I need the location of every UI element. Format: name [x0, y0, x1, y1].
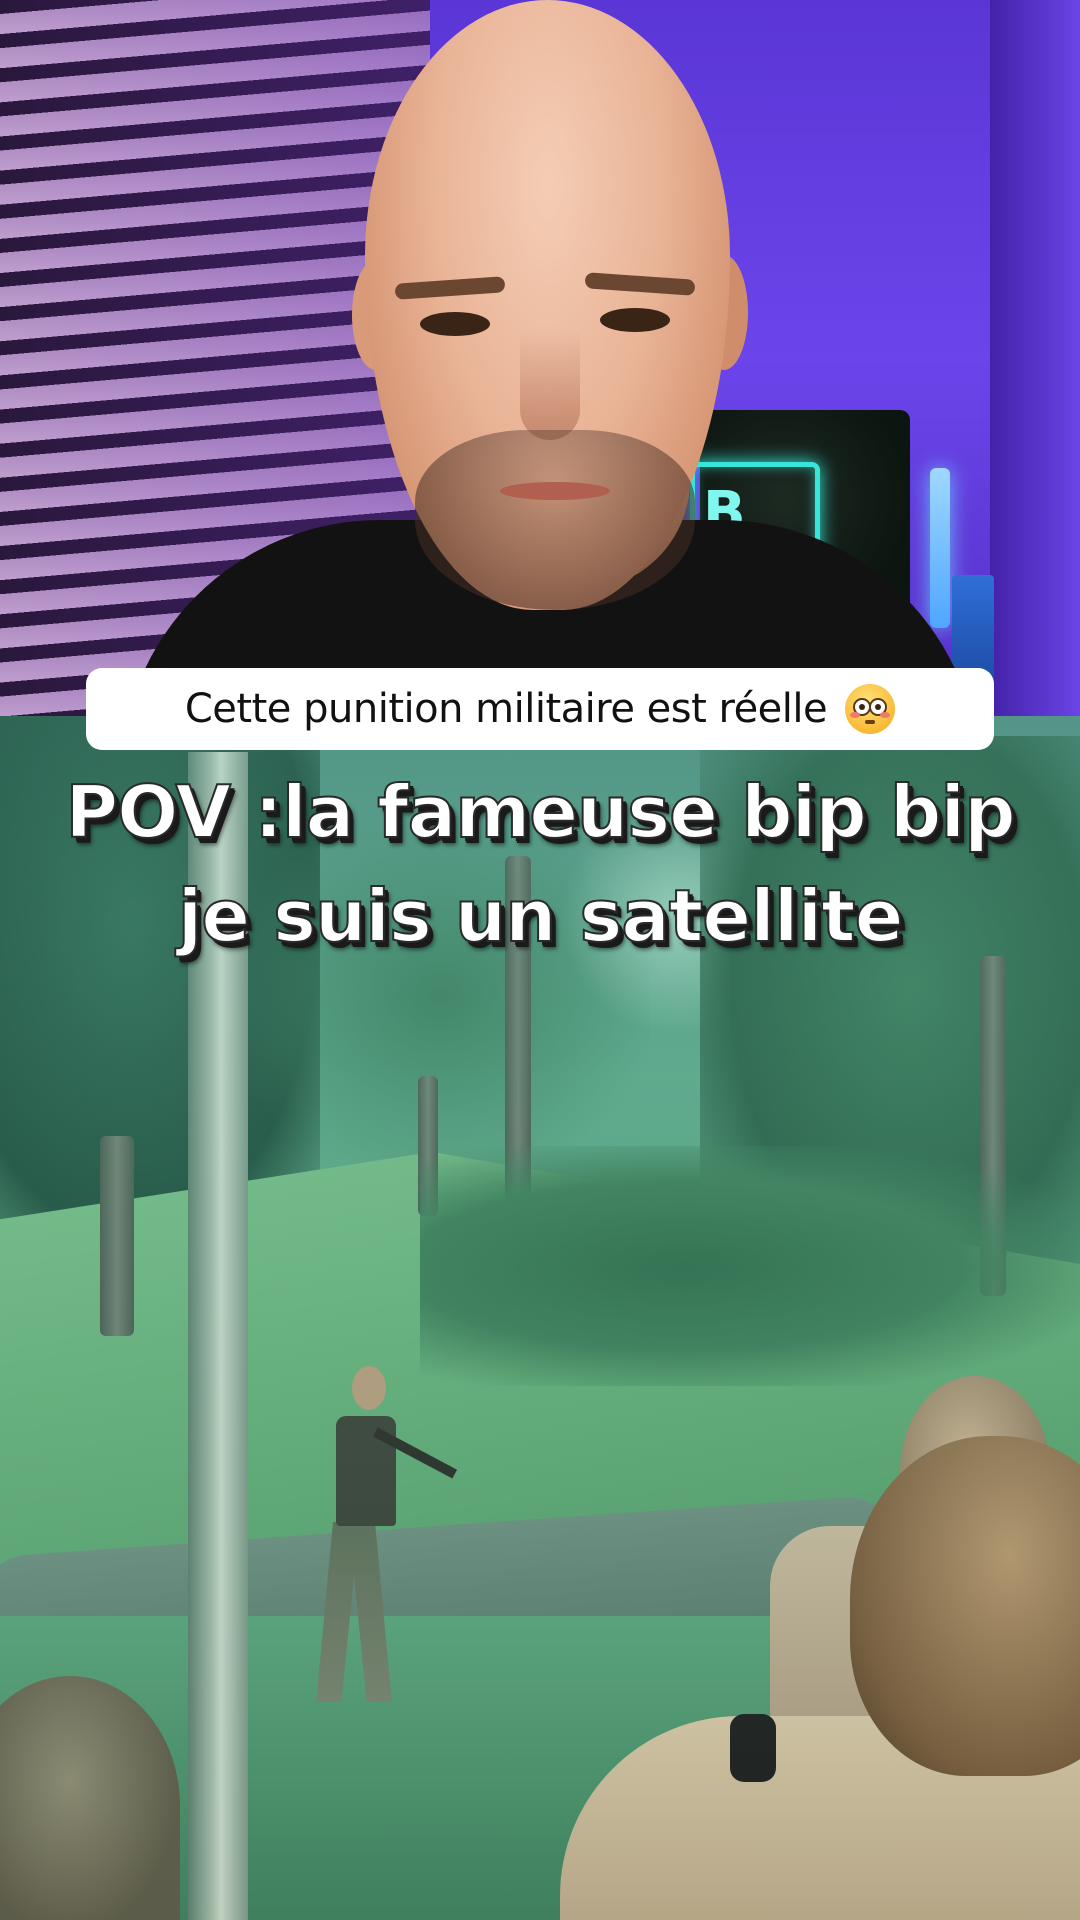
flushed-face-icon — [845, 684, 896, 734]
embedded-video-clip: POV :la fameuse bip bip je suis un satel… — [0, 716, 1080, 1920]
video-frame: B Cette punition militaire est réelle PO… — [0, 0, 1080, 1920]
caption-banner: Cette punition militaire est réelle — [86, 668, 994, 750]
caption-text: Cette punition militaire est réelle — [184, 686, 828, 732]
video-overlay-title: POV :la fameuse bip bip je suis un satel… — [0, 760, 1080, 968]
streamer-webcam: B — [0, 0, 1080, 716]
purple-pillar — [990, 0, 1080, 716]
led-light-bar — [930, 468, 950, 628]
overlay-line-1: POV :la fameuse bip bip — [64, 769, 1016, 855]
overlay-line-2: je suis un satellite — [177, 873, 905, 959]
